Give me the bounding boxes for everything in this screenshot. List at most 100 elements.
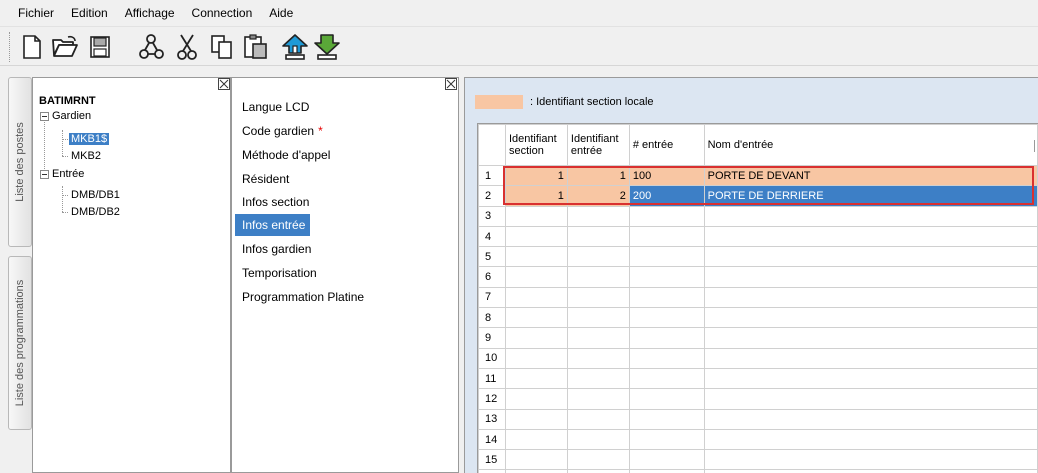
cell-section[interactable] (504, 428, 568, 451)
menu-affichage[interactable]: Affichage (125, 6, 175, 20)
cell-section[interactable]: 1 (504, 164, 568, 187)
cell-entree[interactable] (566, 347, 630, 369)
cell-entree[interactable]: 1 (566, 164, 630, 187)
cell-numero[interactable] (628, 408, 705, 430)
collapse-icon[interactable] (40, 169, 49, 179)
table-row[interactable]: 7 (478, 286, 1038, 309)
cell-numero[interactable] (628, 307, 705, 329)
table-row[interactable]: 3 (478, 205, 1038, 227)
cell-entree[interactable] (566, 367, 630, 390)
table-row[interactable]: 6 (478, 266, 1038, 288)
tree-node-dmb-db2[interactable]: DMB/DB2 (71, 204, 120, 220)
menu-temporisation[interactable]: Temporisation (235, 262, 317, 284)
cell-entree[interactable] (566, 408, 630, 430)
table-row[interactable]: 14 (478, 428, 1038, 451)
copy-button[interactable] (207, 32, 237, 62)
cell-entree[interactable] (566, 388, 630, 410)
cell-section[interactable] (504, 205, 568, 227)
tree-group-gardien[interactable]: Gardien (40, 108, 91, 124)
cell-section[interactable] (504, 449, 568, 471)
cell-numero[interactable] (628, 327, 705, 349)
cell-section[interactable] (504, 347, 568, 369)
menu-edition[interactable]: Edition (71, 6, 108, 20)
cell-entree[interactable] (566, 225, 630, 248)
open-button[interactable] (50, 32, 80, 62)
cell-section[interactable] (504, 307, 568, 329)
table-row[interactable]: 13 (478, 408, 1038, 430)
menu-resident[interactable]: Résident (235, 168, 289, 190)
menu-panel-close-button[interactable] (445, 78, 457, 90)
tree-group-entree[interactable]: Entrée (40, 166, 84, 182)
tab-liste-des-postes[interactable]: Liste des postes (8, 77, 32, 247)
cell-entree[interactable] (566, 327, 630, 349)
new-file-button[interactable] (17, 32, 47, 62)
table-row[interactable]: 10 (478, 347, 1038, 369)
table-row[interactable]: 12 (478, 388, 1038, 410)
tree-root[interactable]: BATIMRNT (39, 95, 96, 107)
toolbar-grip[interactable] (9, 32, 11, 62)
cell-entree[interactable] (566, 307, 630, 329)
table-row[interactable]: 8 (478, 307, 1038, 329)
table-row[interactable]: 11 (478, 367, 1038, 390)
cut-button[interactable] (172, 32, 202, 62)
cell-numero[interactable] (628, 388, 705, 410)
tree-node-mkb2[interactable]: MKB2 (71, 148, 101, 164)
cell-numero[interactable] (628, 246, 705, 268)
cell-section[interactable] (504, 327, 568, 349)
cell-entree[interactable] (566, 428, 630, 451)
cell-numero[interactable] (628, 367, 705, 390)
cell-nom[interactable] (703, 225, 1038, 248)
cell-nom[interactable]: PORTE DE DEVANT (703, 164, 1038, 187)
cell-entree[interactable]: 2 (566, 185, 630, 207)
cell-nom[interactable] (703, 347, 1038, 369)
cell-nom[interactable] (703, 286, 1038, 309)
cell-numero[interactable] (628, 428, 705, 451)
cell-nom[interactable]: PORTE DE DERRIERE (703, 185, 1038, 207)
save-button[interactable] (85, 32, 115, 62)
cell-nom[interactable] (703, 327, 1038, 349)
download-button[interactable] (312, 32, 342, 62)
menu-infos-entree[interactable]: Infos entrée (235, 214, 311, 236)
tab-liste-des-programmations[interactable]: Liste des programmations (8, 256, 32, 430)
cell-section[interactable] (504, 246, 568, 268)
table-row[interactable]: 15 (478, 449, 1038, 471)
cell-entree[interactable] (566, 205, 630, 227)
cell-entree[interactable] (566, 286, 630, 309)
table-row[interactable]: 9 (478, 327, 1038, 349)
cell-numero[interactable]: 100 (628, 164, 705, 187)
cell-section[interactable] (504, 286, 568, 309)
collapse-icon[interactable] (40, 111, 49, 121)
cell-nom[interactable] (703, 205, 1038, 227)
column-header-section[interactable]: Identifiant section (504, 124, 568, 166)
cell-nom[interactable] (703, 408, 1038, 430)
cell-nom[interactable] (703, 266, 1038, 288)
table-row[interactable]: 4 (478, 225, 1038, 248)
cell-nom[interactable] (703, 388, 1038, 410)
table-row[interactable]: 2 1 2 200 PORTE DE DERRIERE (478, 185, 1038, 207)
tree-node-dmb-db1[interactable]: DMB/DB1 (71, 187, 120, 203)
paste-button[interactable] (241, 32, 271, 62)
cell-section[interactable] (504, 225, 568, 248)
cell-entree[interactable] (566, 266, 630, 288)
cell-numero[interactable]: 200 (628, 185, 705, 207)
menu-code-gardien[interactable]: Code gardien * (235, 120, 323, 142)
cell-numero[interactable] (628, 286, 705, 309)
cell-nom[interactable] (703, 449, 1038, 471)
column-header-entree[interactable]: Identifiant entrée (566, 124, 630, 166)
menu-infos-section[interactable]: Infos section (235, 191, 309, 213)
cell-nom[interactable] (703, 246, 1038, 268)
cell-numero[interactable] (628, 225, 705, 248)
menu-fichier[interactable]: Fichier (18, 6, 54, 20)
menu-aide[interactable]: Aide (269, 6, 293, 20)
cell-numero[interactable] (628, 266, 705, 288)
network-button[interactable] (137, 32, 167, 62)
tree-panel-close-button[interactable] (218, 78, 230, 90)
cell-entree[interactable] (566, 246, 630, 268)
tree-node-mkb1[interactable]: MKB1$ (69, 131, 110, 147)
menu-programmation-platine[interactable]: Programmation Platine (235, 286, 364, 308)
table-row[interactable]: 5 (478, 246, 1038, 268)
menu-infos-gardien[interactable]: Infos gardien (235, 238, 311, 260)
cell-section[interactable]: 1 (504, 185, 568, 207)
column-header-numero[interactable]: # entrée (628, 124, 705, 166)
column-header-nom[interactable]: Nom d'entrée (703, 124, 1038, 166)
